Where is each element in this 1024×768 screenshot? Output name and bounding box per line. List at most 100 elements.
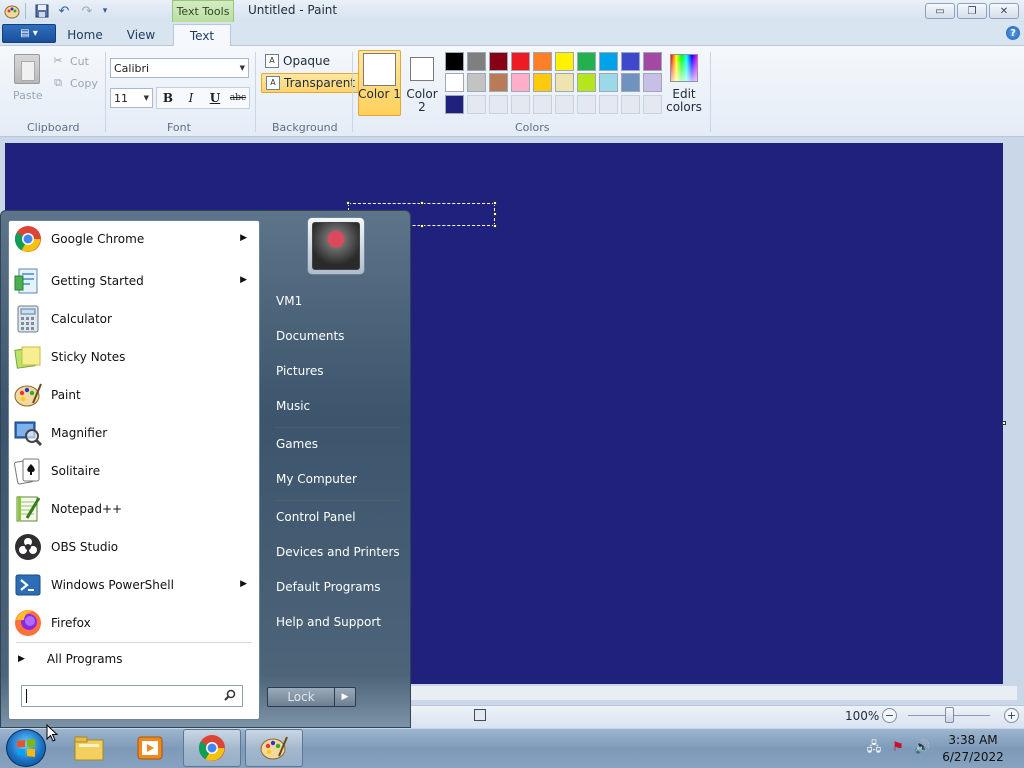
action-center-icon[interactable]: ⚑ (890, 740, 906, 756)
tab-view[interactable]: View (116, 24, 166, 46)
start-menu-item[interactable]: Sticky Notes (9, 339, 259, 375)
cut-button[interactable]: ✂ Cut (52, 52, 89, 70)
resize-handle[interactable] (493, 224, 497, 228)
paste-button[interactable]: Paste (13, 89, 43, 102)
color-swatch[interactable] (643, 95, 662, 114)
start-menu-item[interactable]: Paint (9, 377, 259, 413)
zoom-in-button[interactable]: + (1004, 708, 1019, 723)
user-account-picture[interactable] (307, 217, 365, 275)
color-swatch[interactable] (533, 95, 552, 114)
color-swatch[interactable] (467, 95, 486, 114)
color-swatch[interactable] (599, 52, 618, 71)
paint-app-icon[interactable] (3, 3, 21, 19)
opaque-button[interactable]: A Opaque (261, 51, 334, 71)
start-menu-item[interactable]: Google Chrome ▶ (9, 221, 259, 257)
start-search-input[interactable] (21, 685, 243, 707)
windows-explorer-taskbar-button[interactable] (60, 729, 118, 767)
start-menu-link[interactable]: Documents (268, 321, 404, 351)
clock-time[interactable]: 3:38 AM (936, 733, 1010, 747)
strikethrough-button[interactable]: abc (227, 88, 249, 108)
start-menu-item[interactable]: OBS Studio (9, 529, 259, 565)
start-menu-link[interactable]: Default Programs (268, 572, 404, 602)
redo-icon[interactable]: ↷ (78, 3, 96, 19)
shutdown-options-button[interactable]: ▶ (334, 687, 356, 707)
network-icon[interactable]: 🖧 (866, 740, 882, 756)
clock-date[interactable]: 6/27/2022 (936, 750, 1010, 764)
color-swatch[interactable] (577, 95, 596, 114)
color-swatch[interactable] (643, 73, 662, 92)
media-player-taskbar-button[interactable] (121, 729, 179, 767)
edit-colors-icon[interactable] (670, 54, 698, 82)
start-menu-item[interactable]: Solitaire (9, 453, 259, 489)
undo-icon[interactable]: ↶ (55, 3, 73, 19)
color-swatch[interactable] (467, 52, 486, 71)
volume-icon[interactable]: 🔊 (914, 740, 930, 756)
color-swatch[interactable] (445, 52, 464, 71)
start-menu-link[interactable]: VM1 (268, 286, 404, 316)
start-menu-item[interactable]: Getting Started ▶ (9, 263, 259, 299)
underline-button[interactable]: U (204, 88, 226, 108)
color-swatch[interactable] (599, 73, 618, 92)
all-programs-button[interactable]: ▶ All Programs (9, 648, 257, 670)
start-menu-link[interactable]: Control Panel (268, 502, 404, 532)
color-swatch[interactable] (489, 95, 508, 114)
start-menu-link[interactable]: Devices and Printers (268, 537, 404, 567)
color-swatch[interactable] (577, 73, 596, 92)
resize-handle[interactable] (346, 201, 350, 205)
start-menu-item[interactable]: Magnifier (9, 415, 259, 451)
color-swatch[interactable] (533, 73, 552, 92)
color-swatch[interactable] (489, 52, 508, 71)
resize-handle[interactable] (493, 212, 497, 216)
lock-button[interactable]: Lock (267, 687, 335, 707)
tab-home[interactable]: Home (60, 24, 110, 46)
save-icon[interactable] (33, 3, 51, 19)
start-menu-item[interactable]: Windows PowerShell ▶ (9, 567, 259, 603)
color-swatch[interactable] (555, 52, 574, 71)
start-menu-link[interactable]: Pictures (268, 356, 404, 386)
resize-handle[interactable] (420, 224, 424, 228)
color-swatch[interactable] (621, 95, 640, 114)
color-swatch[interactable] (445, 95, 464, 114)
color-swatch[interactable] (577, 52, 596, 71)
color-swatch[interactable] (621, 52, 640, 71)
zoom-out-button[interactable]: − (882, 708, 897, 723)
bold-button[interactable]: B (157, 88, 179, 108)
submenu-arrow-icon[interactable]: ▶ (240, 579, 247, 589)
font-size-select[interactable]: 11 ▼ (110, 88, 153, 108)
resize-handle[interactable] (493, 201, 497, 205)
restore-button[interactable]: ❐ (957, 3, 987, 19)
resize-handle[interactable] (420, 201, 424, 205)
start-menu-item[interactable]: Notepad++ (9, 491, 259, 527)
minimize-button[interactable]: ▭ (925, 3, 955, 19)
customize-quick-access-icon[interactable]: ▾ (96, 3, 114, 19)
color-swatch[interactable] (555, 73, 574, 92)
color-2-button[interactable] (410, 57, 434, 81)
start-menu-item[interactable]: Firefox (9, 605, 259, 641)
copy-button[interactable]: ⧉ Copy (52, 74, 98, 92)
paste-icon[interactable] (14, 54, 40, 84)
start-menu-link[interactable]: Help and Support (268, 607, 404, 637)
tab-text[interactable]: Text (173, 24, 231, 47)
submenu-arrow-icon[interactable]: ▶ (240, 233, 247, 243)
zoom-slider-thumb[interactable] (945, 707, 954, 723)
start-menu-item[interactable]: Calculator (9, 301, 259, 337)
color-swatch[interactable] (511, 95, 530, 114)
start-menu-link[interactable]: My Computer (268, 464, 404, 494)
submenu-arrow-icon[interactable]: ▶ (240, 275, 247, 285)
color-swatch[interactable] (643, 52, 662, 71)
help-icon[interactable]: ? (1006, 26, 1020, 40)
close-button[interactable]: ✕ (989, 3, 1019, 19)
color-swatch[interactable] (511, 73, 530, 92)
color-swatch[interactable] (621, 73, 640, 92)
color-swatch[interactable] (555, 95, 574, 114)
color-swatch[interactable] (467, 73, 486, 92)
search-icon[interactable] (224, 689, 236, 701)
chrome-taskbar-button[interactable] (183, 729, 241, 767)
canvas-resize-handle[interactable] (1002, 421, 1006, 425)
color-swatch[interactable] (533, 52, 552, 71)
italic-button[interactable]: I (180, 88, 202, 108)
color-swatch[interactable] (599, 95, 618, 114)
start-menu-link[interactable]: Games (268, 429, 404, 459)
transparent-button[interactable]: A Transparent (261, 73, 361, 93)
font-family-select[interactable]: Calibri ▼ (110, 58, 249, 78)
